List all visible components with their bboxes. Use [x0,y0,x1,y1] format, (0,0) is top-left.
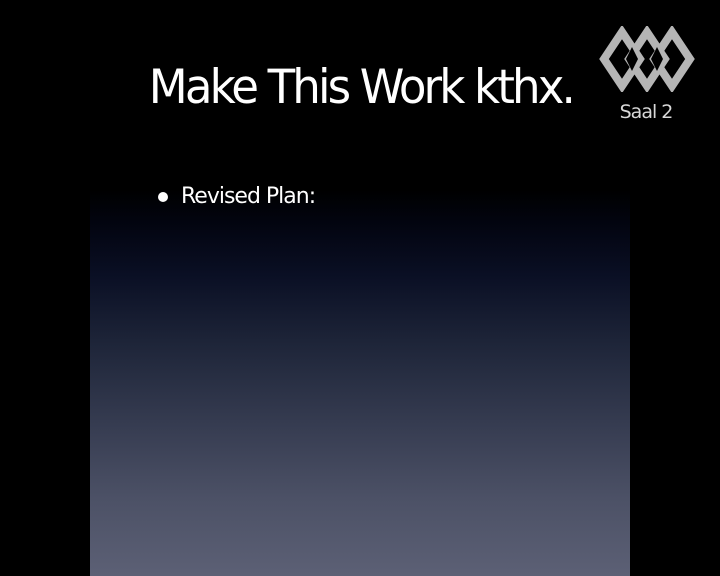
slide-title: Make This Work kthx. [148,60,576,115]
bullet-list: Revised Plan: [158,180,316,214]
ccc-logo-icon [599,26,695,92]
channel-label: Saal 2 [619,101,674,123]
video-frame: Make This Work kthx. Revised Plan: Saal … [0,0,720,576]
bullet-text: Revised Plan: [181,184,316,209]
slide-background-gradient [90,190,630,576]
bullet-item: Revised Plan: [158,180,316,214]
bullet-dot-icon [158,192,168,202]
